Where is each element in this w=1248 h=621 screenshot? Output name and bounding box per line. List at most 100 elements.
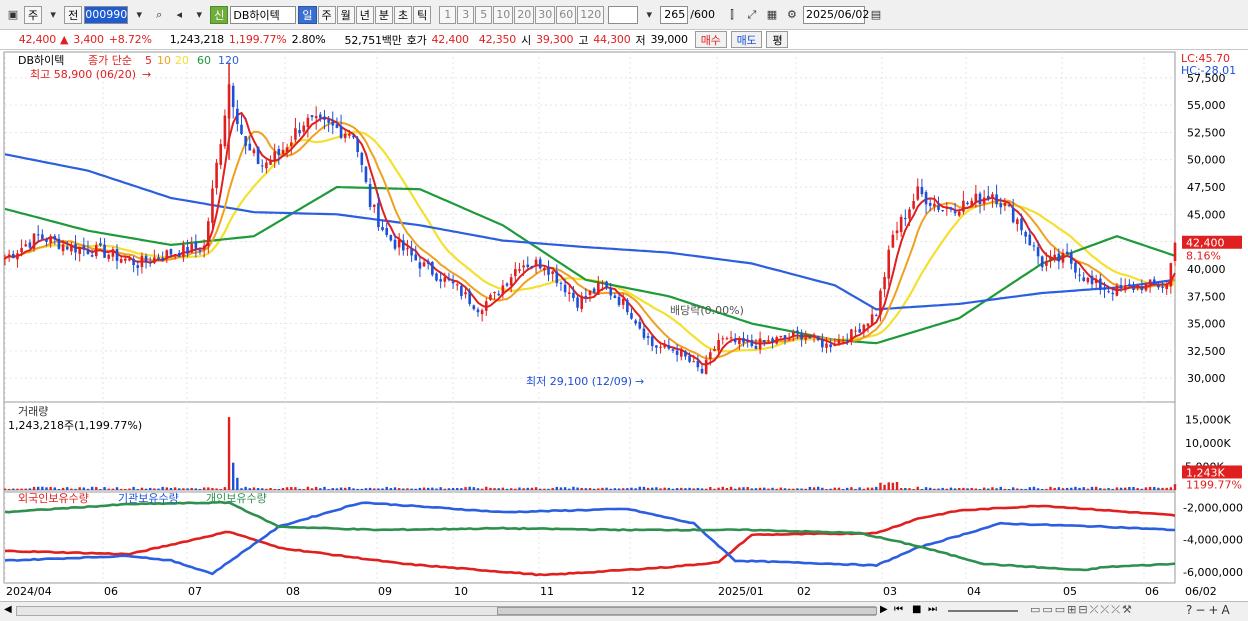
candle-body	[538, 259, 542, 269]
eval-button[interactable]: 평	[766, 31, 789, 48]
tool-icons[interactable]: ▭▭▭⊞⊟⤫⤫⤫⚒	[1030, 603, 1134, 617]
volume-bar	[1020, 488, 1023, 490]
candle-body	[754, 346, 758, 350]
candle-body	[518, 269, 521, 271]
candle-body	[642, 328, 646, 338]
candle-body	[231, 85, 235, 108]
volume-bar	[190, 487, 193, 490]
volume-bar	[468, 486, 471, 490]
volume-bar	[1140, 488, 1144, 490]
interval-button-120[interactable]: 120	[577, 5, 605, 24]
tab-period-3[interactable]: 년	[355, 5, 374, 24]
high-arrow-icon: →	[142, 68, 151, 81]
interval-button-60[interactable]: 60	[556, 5, 577, 24]
volume-tick-label: 15,000K	[1185, 413, 1231, 426]
stop-icon[interactable]: ■	[912, 604, 921, 615]
gear-icon[interactable]: ⚙	[783, 6, 801, 24]
search-icon[interactable]: ⌕	[150, 6, 168, 24]
candle-body	[7, 254, 11, 258]
candle-body	[356, 139, 359, 152]
interval-button-1[interactable]: 1	[439, 5, 457, 24]
tab-period-6[interactable]: 틱	[413, 5, 432, 24]
candle-body	[364, 166, 368, 182]
candle-body	[791, 332, 795, 337]
volume-bar	[995, 488, 998, 490]
volume-info: 1,243,218주(1,199.77%)	[8, 419, 142, 432]
window-icon[interactable]: ▣	[4, 6, 22, 24]
volume-bar	[128, 488, 131, 490]
volume-title: 거래량	[18, 405, 48, 418]
candle-body	[995, 194, 998, 205]
candle-body	[762, 340, 766, 343]
price-change: 3,400	[73, 33, 104, 46]
volume-bar	[124, 488, 127, 490]
chevron-down-icon[interactable]: ▾	[44, 6, 62, 24]
sell-button[interactable]: 매도	[730, 31, 763, 48]
candle-body	[269, 160, 272, 165]
scrollbar-thumb[interactable]	[497, 607, 877, 615]
scrollbar-track[interactable]	[16, 606, 877, 616]
prev-button[interactable]: 전	[64, 5, 83, 24]
tab-period-4[interactable]: 분	[374, 5, 393, 24]
volume-bar	[111, 488, 115, 490]
candle-body	[136, 265, 140, 268]
volume-bar	[74, 488, 77, 490]
date-input[interactable]: 2025/06/02	[802, 5, 869, 24]
grid-icon[interactable]: ▦	[763, 6, 781, 24]
candle-count-input[interactable]: 265	[660, 5, 689, 24]
candle-body	[634, 320, 637, 324]
interval-button-10[interactable]: 10	[493, 5, 514, 24]
chevron-down-icon[interactable]: ▾	[130, 6, 148, 24]
stock-name-field[interactable]: DB하이텍	[230, 5, 297, 24]
volume-bar	[895, 481, 899, 490]
volume-bar	[1028, 487, 1031, 490]
candle-body	[1161, 286, 1164, 288]
scroll-bar-area: ◀ ▶ ⏮ ■ ⏭ ▭▭▭⊞⊟⤫⤫⤫⚒ ?−+A	[0, 601, 1248, 621]
candle-body	[547, 267, 550, 275]
volume-bar	[261, 488, 264, 490]
scroll-left-icon[interactable]: ◀	[4, 604, 12, 615]
chevron-down-icon[interactable]: ▾	[190, 6, 208, 24]
price-tick-label: 55,000	[1187, 99, 1226, 112]
candle-body	[613, 295, 617, 298]
volume-bar	[1153, 487, 1156, 490]
last-volume-pct: 1199.77%	[1186, 478, 1242, 491]
interval-button-5[interactable]: 5	[475, 5, 493, 24]
draw-tool-icon[interactable]: ⤢	[743, 6, 761, 24]
candle-body	[638, 321, 642, 329]
candle-body	[177, 252, 181, 257]
scroll-right-icon[interactable]: ▶	[880, 604, 888, 615]
tab-period-5[interactable]: 초	[394, 5, 413, 24]
interval-button-30[interactable]: 30	[535, 5, 556, 24]
volume-bar	[294, 487, 297, 490]
zoom-slider[interactable]	[948, 610, 1018, 612]
zoom-controls[interactable]: ?−+A	[1186, 603, 1233, 617]
buy-button[interactable]: 매수	[694, 31, 727, 48]
volume-bar	[236, 477, 239, 490]
volume-bar	[418, 487, 422, 490]
candle-body	[244, 136, 247, 146]
candle-icon[interactable]: ⫿	[723, 6, 741, 24]
volume-bar	[539, 488, 542, 490]
play-icon[interactable]: ⏭	[928, 604, 937, 615]
interval-input[interactable]	[608, 5, 639, 24]
tab-period-0[interactable]: 일	[298, 5, 317, 24]
stock-code-input[interactable]: 000990	[84, 5, 129, 24]
chevron-down-icon[interactable]: ▾	[640, 6, 658, 24]
volume-bar	[153, 488, 156, 490]
speaker-icon[interactable]: ◂	[170, 6, 188, 24]
candle-body	[738, 338, 741, 344]
volume-bar	[974, 488, 978, 490]
interval-button-20[interactable]: 20	[514, 5, 535, 24]
rewind-icon[interactable]: ⏮	[894, 604, 903, 615]
tab-period-2[interactable]: 월	[336, 5, 355, 24]
candle-body	[1123, 285, 1127, 291]
candle-body	[1090, 275, 1094, 285]
stock-chart[interactable]: 57,50055,00052,50050,00047,50045,00042,5…	[0, 50, 1248, 621]
candle-body	[816, 336, 820, 341]
interval-button-3[interactable]: 3	[457, 5, 475, 24]
market-select[interactable]: 주	[24, 5, 43, 24]
tab-period-1[interactable]: 주	[317, 5, 336, 24]
calendar-icon[interactable]: ▤	[867, 6, 885, 24]
candle-body	[389, 235, 393, 241]
